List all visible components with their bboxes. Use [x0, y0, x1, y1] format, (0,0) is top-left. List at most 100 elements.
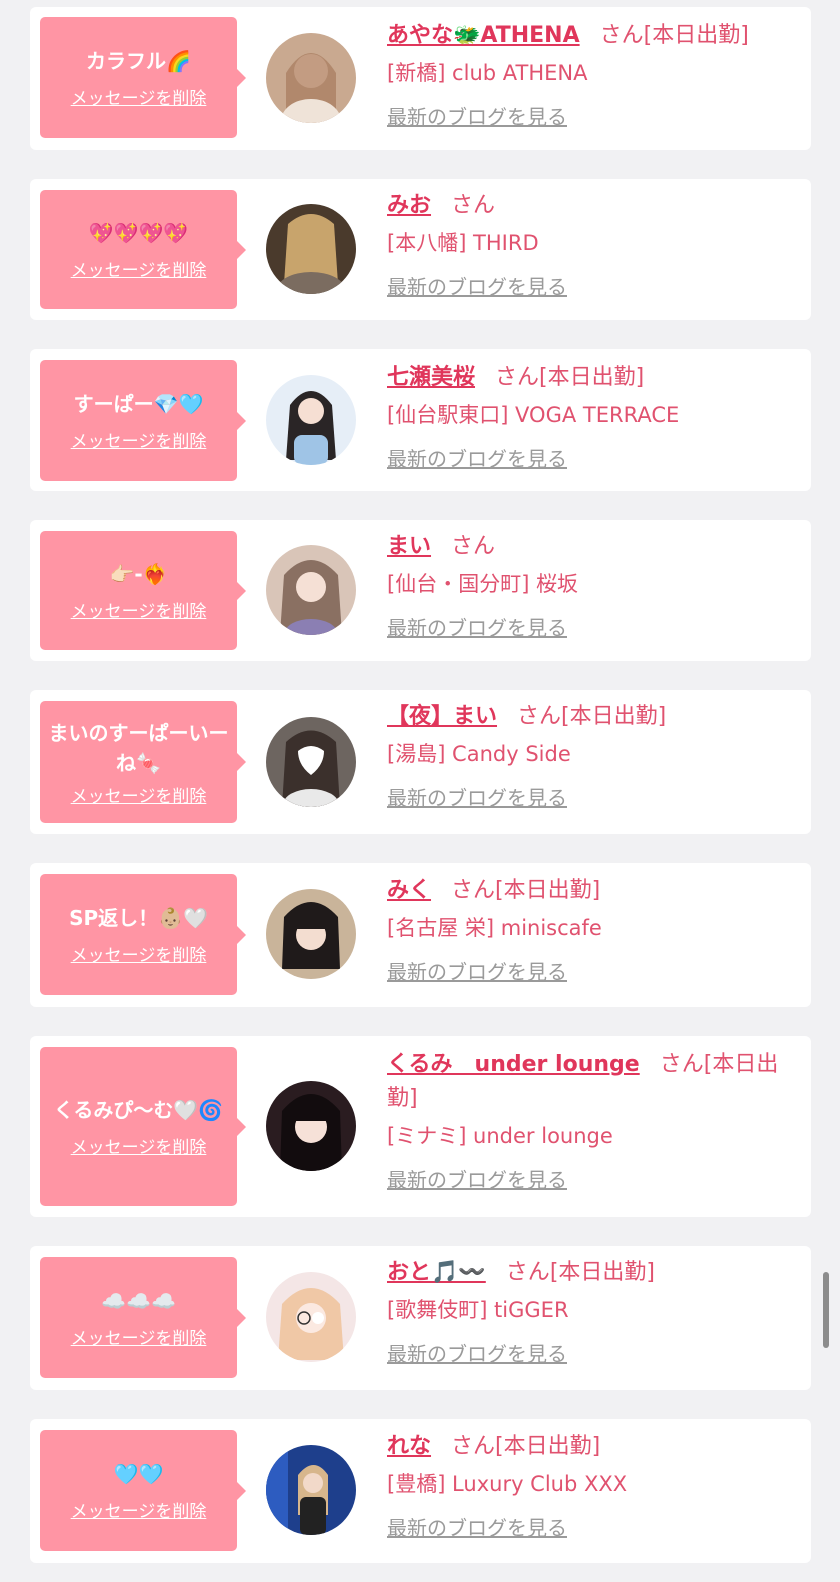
- honorific: さん: [451, 1434, 496, 1459]
- name-line: みお さん: [387, 189, 787, 223]
- message-text: 💖💖💖💖: [88, 221, 189, 245]
- message-list: カラフル🌈 メッセージを削除 あやな🐲ATHENA さん[本日出勤] [新橋] c…: [30, 7, 811, 1563]
- girl-info: 【夜】まい さん[本日出勤] [湯島] Candy Side 最新のブログを見る: [387, 700, 787, 811]
- shop-name: [歌舞伎町] tiGGER: [387, 1298, 569, 1322]
- work-status: [本日出勤]: [495, 878, 601, 903]
- avatar[interactable]: [266, 545, 356, 635]
- girl-name-link[interactable]: あやな🐲ATHENA: [387, 23, 580, 48]
- girl-name-link[interactable]: おと🎵〰️: [387, 1260, 486, 1285]
- honorific: さん: [659, 1052, 704, 1077]
- delete-message-link[interactable]: メッセージを削除: [71, 597, 207, 622]
- message-bubble: カラフル🌈 メッセージを削除: [40, 17, 246, 138]
- girl-info: みお さん [本八幡] THIRD 最新のブログを見る: [387, 189, 787, 300]
- avatar[interactable]: [266, 1445, 356, 1535]
- shop-name: [名古屋 栄] miniscafe: [387, 916, 602, 940]
- message-bubble: SP返し！👶🏼🤍 メッセージを削除: [40, 874, 246, 995]
- message-bubble: 💖💖💖💖 メッセージを削除: [40, 190, 246, 309]
- name-line: 【夜】まい さん[本日出勤]: [387, 700, 787, 734]
- message-bubble: 👉🏻-❤️‍🔥 メッセージを削除: [40, 531, 246, 650]
- message-text: ☁️☁️☁️: [101, 1289, 176, 1313]
- girl-info: みく さん[本日出勤] [名古屋 栄] miniscafe 最新のブログを見る: [387, 874, 787, 985]
- girl-name-link[interactable]: みく: [387, 878, 431, 903]
- girl-info: まい さん [仙台・国分町] 桜坂 最新のブログを見る: [387, 530, 787, 641]
- name-line: れな さん[本日出勤]: [387, 1430, 787, 1464]
- name-line: あやな🐲ATHENA さん[本日出勤]: [387, 19, 787, 53]
- girl-name-link[interactable]: 【夜】まい: [387, 704, 497, 729]
- message-text: まいのすーぱーいーね🍬: [48, 720, 229, 775]
- message-bubble: くるみぴ〜む🤍🌀 メッセージを削除: [40, 1047, 246, 1206]
- work-status: [本日出勤]: [643, 23, 749, 48]
- avatar[interactable]: [266, 1081, 356, 1171]
- list-item: すーぱー💎🩵 メッセージを削除 七瀬美桜 さん[本日出勤] [仙台駅東口] VOG…: [30, 349, 811, 491]
- girl-name-link[interactable]: くるみ under lounge: [387, 1052, 640, 1077]
- shop-name: [仙台・国分町] 桜坂: [387, 572, 579, 596]
- girl-info: くるみ under lounge さん[本日出勤] [ミナミ] under lou…: [387, 1048, 787, 1193]
- girl-info: 七瀬美桜 さん[本日出勤] [仙台駅東口] VOGA TERRACE 最新のブログ…: [387, 361, 787, 472]
- blog-link[interactable]: 最新のブログを見る: [387, 101, 567, 130]
- avatar[interactable]: [266, 717, 356, 807]
- message-text: くるみぴ〜む🤍🌀: [53, 1098, 224, 1122]
- avatar[interactable]: [266, 1272, 356, 1362]
- message-text: すーぱー💎🩵: [73, 392, 204, 416]
- avatar[interactable]: [266, 889, 356, 979]
- message-text: SP返し！👶🏼🤍: [69, 906, 208, 930]
- list-item: 💖💖💖💖 メッセージを削除 みお さん [本八幡] THIRD 最新のブログを見る: [30, 179, 811, 320]
- girl-name-link[interactable]: 七瀬美桜: [387, 365, 475, 390]
- delete-message-link[interactable]: メッセージを削除: [71, 427, 207, 452]
- girl-info: あやな🐲ATHENA さん[本日出勤] [新橋] club ATHENA 最新のブ…: [387, 19, 787, 130]
- delete-message-link[interactable]: メッセージを削除: [71, 256, 207, 281]
- message-text: 👉🏻-❤️‍🔥: [109, 562, 168, 586]
- delete-message-link[interactable]: メッセージを削除: [71, 1324, 207, 1349]
- shop-name: [湯島] Candy Side: [387, 742, 571, 766]
- message-text: 🩵🩵: [113, 1462, 164, 1486]
- message-bubble: すーぱー💎🩵 メッセージを削除: [40, 360, 246, 481]
- name-line: おと🎵〰️ さん[本日出勤]: [387, 1256, 787, 1290]
- delete-message-link[interactable]: メッセージを削除: [71, 1133, 207, 1158]
- work-status: [本日出勤]: [549, 1260, 655, 1285]
- blog-link[interactable]: 最新のブログを見る: [387, 1512, 567, 1541]
- name-line: 七瀬美桜 さん[本日出勤]: [387, 361, 787, 395]
- shop-name: [新橋] club ATHENA: [387, 61, 588, 85]
- girl-name-link[interactable]: みお: [387, 193, 431, 218]
- avatar[interactable]: [266, 33, 356, 123]
- blog-link[interactable]: 最新のブログを見る: [387, 1338, 567, 1367]
- shop-name: [豊橋] Luxury Club XXX: [387, 1472, 628, 1496]
- honorific: さん: [451, 878, 496, 903]
- girl-info: れな さん[本日出勤] [豊橋] Luxury Club XXX 最新のブログを見…: [387, 1430, 787, 1541]
- honorific: さん: [451, 193, 496, 218]
- blog-link[interactable]: 最新のブログを見る: [387, 612, 567, 641]
- girl-name-link[interactable]: まい: [387, 534, 431, 559]
- blog-link[interactable]: 最新のブログを見る: [387, 1164, 567, 1193]
- honorific: さん: [517, 704, 562, 729]
- honorific: さん: [505, 1260, 550, 1285]
- blog-link[interactable]: 最新のブログを見る: [387, 443, 567, 472]
- list-item: SP返し！👶🏼🤍 メッセージを削除 みく さん[本日出勤] [名古屋 栄] min…: [30, 863, 811, 1007]
- avatar[interactable]: [266, 375, 356, 465]
- avatar[interactable]: [266, 204, 356, 294]
- message-bubble: ☁️☁️☁️ メッセージを削除: [40, 1257, 246, 1378]
- delete-message-link[interactable]: メッセージを削除: [71, 84, 207, 109]
- blog-link[interactable]: 最新のブログを見る: [387, 956, 567, 985]
- message-text: カラフル🌈: [86, 49, 191, 73]
- honorific: さん: [451, 534, 496, 559]
- delete-message-link[interactable]: メッセージを削除: [71, 941, 207, 966]
- work-status: [本日出勤]: [561, 704, 667, 729]
- girl-name-link[interactable]: れな: [387, 1434, 431, 1459]
- name-line: まい さん: [387, 530, 787, 564]
- list-item: ☁️☁️☁️ メッセージを削除 おと🎵〰️ さん[本日出勤] [歌舞伎町] tiG…: [30, 1246, 811, 1390]
- shop-name: [ミナミ] under lounge: [387, 1124, 613, 1148]
- delete-message-link[interactable]: メッセージを削除: [71, 1497, 207, 1522]
- list-item: 🩵🩵 メッセージを削除 れな さん[本日出勤] [豊橋] Luxury Club …: [30, 1419, 811, 1563]
- list-item: まいのすーぱーいーね🍬 メッセージを削除 【夜】まい さん[本日出勤] [湯島] …: [30, 690, 811, 834]
- list-item: カラフル🌈 メッセージを削除 あやな🐲ATHENA さん[本日出勤] [新橋] c…: [30, 7, 811, 150]
- delete-message-link[interactable]: メッセージを削除: [71, 782, 207, 807]
- work-status: [本日出勤]: [539, 365, 645, 390]
- honorific: さん: [495, 365, 540, 390]
- scrollbar[interactable]: [823, 1272, 829, 1348]
- honorific: さん: [599, 23, 644, 48]
- name-line: くるみ under lounge さん[本日出勤]: [387, 1048, 787, 1116]
- work-status: [本日出勤]: [495, 1434, 601, 1459]
- shop-name: [本八幡] THIRD: [387, 231, 539, 255]
- blog-link[interactable]: 最新のブログを見る: [387, 782, 567, 811]
- blog-link[interactable]: 最新のブログを見る: [387, 271, 567, 300]
